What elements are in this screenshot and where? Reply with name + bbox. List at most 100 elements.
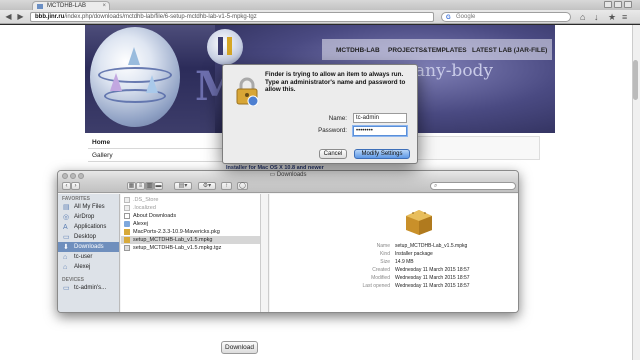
action-gear-icon[interactable]: ⚙▾ [198, 182, 216, 190]
files-icon: ▤ [63, 204, 70, 211]
logo-mark-icon [218, 37, 232, 55]
file-icon [124, 197, 130, 203]
applications-icon: A [63, 224, 68, 231]
side-menu-home[interactable]: Home [88, 136, 223, 149]
file-name: .DS_Store [133, 197, 159, 203]
meta-value: Installer package [395, 251, 433, 257]
file-item-selected[interactable]: setup_MCTDHB-Lab_v1.5.mpkg [121, 236, 260, 244]
file-name: Alexej [133, 221, 148, 227]
browser-toolbar: ◀ ▶ bbb.jinr.ru/index.php/downloads/mctd… [0, 10, 640, 24]
forward-arrow-icon[interactable]: ▶ [16, 12, 25, 21]
icon-view-icon[interactable]: ▦ [127, 182, 136, 190]
column-resize-handle[interactable] [261, 194, 269, 312]
sidebar-item-label: All My Files [74, 204, 105, 210]
file-item[interactable]: .localized [121, 204, 260, 212]
package-icon [124, 237, 130, 243]
finder-search-input[interactable]: ⌕ [430, 182, 516, 190]
sidebar-item-all-my-files[interactable]: ▤ All My Files [58, 202, 119, 212]
sidebar-item-label: Downloads [74, 244, 104, 250]
file-item[interactable]: setup_MCTDHB-Lab_v1.5.mpkg.tgz [121, 244, 260, 252]
side-menu-gallery[interactable]: Gallery [88, 149, 223, 162]
google-icon: G [446, 15, 451, 21]
finder-window: ▭ Downloads ‹ › ▦ ≡ ▥ ▬ ▤▾ ⚙▾ ↑ ◯ ⌕ FAVO… [57, 170, 519, 313]
name-field[interactable]: tc-admin [353, 113, 407, 123]
file-name: MacPorts-2.3.3-10.9-Mavericks.pkg [133, 229, 220, 235]
document-icon [124, 213, 130, 219]
password-field[interactable]: •••••••• [353, 126, 407, 136]
minimize-window-icon[interactable] [604, 1, 612, 8]
url-path: /index.php/downloads/mctdhb-lab/file/6-s… [64, 14, 257, 20]
coverflow-view-icon[interactable]: ▬ [154, 182, 163, 190]
sidebar-item-label: Alexej [74, 264, 91, 270]
downloads-icon[interactable]: ↓ [594, 12, 599, 22]
lock-icon [236, 77, 259, 106]
finder-titlebar[interactable]: ▭ Downloads [58, 171, 518, 180]
download-button[interactable]: Download [221, 341, 258, 354]
share-icon[interactable]: ↑ [221, 182, 232, 190]
cancel-button[interactable]: Cancel [319, 149, 347, 159]
downloads-icon: ⬇ [63, 244, 69, 251]
file-column: .DS_Store .localized About Downloads Ale… [121, 194, 261, 312]
close-tab-icon[interactable]: × [102, 2, 106, 10]
bookmark-icon[interactable]: ★ [608, 12, 616, 23]
file-name: .localized [133, 205, 156, 211]
close-window-icon[interactable] [624, 1, 632, 8]
site-nav: MCTDHB-LAB PROJECTS&TEMPLATES LATEST LAB… [320, 45, 550, 59]
column-view-icon[interactable]: ▥ [145, 182, 154, 190]
modify-settings-button[interactable]: Modify Settings [354, 149, 410, 159]
page-scrollbar-thumb[interactable] [633, 60, 638, 100]
sidebar-item-tc-user[interactable]: ⌂ tc-user [58, 252, 119, 262]
nav-item-projects[interactable]: PROJECTS&TEMPLATES [388, 47, 467, 54]
sidebar-item-label: Desktop [74, 234, 97, 240]
file-item[interactable]: Alexej [121, 220, 260, 228]
file-icon [124, 205, 130, 211]
sidebar-item-device[interactable]: ▭ tc-admin's... [58, 283, 119, 293]
devices-header: DEVICES [62, 277, 84, 283]
minimize-window-icon[interactable] [70, 173, 76, 179]
meta-label: Kind [379, 251, 390, 257]
search-icon: ⌕ [434, 183, 438, 189]
home-icon: ⌂ [63, 264, 68, 271]
nav-item-latest-lab[interactable]: LATEST LAB (JAR-FILE) [472, 47, 547, 54]
sidebar-item-alexej[interactable]: ⌂ Alexej [58, 262, 119, 272]
browser-tab[interactable]: MCTDHB-LAB × [32, 1, 110, 10]
zoom-window-icon[interactable] [78, 173, 84, 179]
file-item[interactable]: .DS_Store [121, 196, 260, 204]
banner-subtitle: any-body [415, 61, 494, 81]
nav-item-mctdhb-lab[interactable]: MCTDHB-LAB [336, 47, 380, 54]
finder-sidebar: FAVORITES ▤ All My Files ◎ AirDrop A Applic… [58, 194, 120, 312]
file-name: setup_MCTDHB-Lab_v1.5.mpkg.tgz [133, 245, 222, 251]
password-label: Password: [318, 127, 347, 134]
back-icon[interactable]: ‹ [62, 182, 71, 190]
favicon-icon [37, 4, 43, 9]
close-window-icon[interactable] [62, 173, 68, 179]
file-item[interactable]: MacPorts-2.3.3-10.9-Mavericks.pkg [121, 228, 260, 236]
sidebar-item-downloads[interactable]: ⬇ Downloads [58, 242, 119, 252]
meta-label: Last opened [362, 283, 390, 289]
back-arrow-icon[interactable]: ◀ [4, 12, 13, 21]
maximize-window-icon[interactable] [614, 1, 622, 8]
arrange-icon[interactable]: ▤▾ [174, 182, 192, 190]
tag-icon[interactable]: ◯ [237, 182, 248, 190]
address-bar[interactable]: bbb.jinr.ru/index.php/downloads/mctdhb-l… [30, 12, 434, 22]
sphere-image [90, 27, 180, 127]
folder-icon: ▭ [269, 172, 277, 178]
computer-icon: ▭ [63, 285, 70, 292]
sidebar-item-label: Applications [74, 224, 107, 230]
package-icon [406, 210, 432, 235]
sidebar-item-label: AirDrop [74, 214, 95, 220]
meta-label: Modified [371, 275, 390, 281]
sidebar-item-applications[interactable]: A Applications [58, 222, 119, 232]
menu-icon[interactable]: ≡ [622, 12, 627, 22]
list-view-icon[interactable]: ≡ [136, 182, 145, 190]
sidebar-item-desktop[interactable]: ▭ Desktop [58, 232, 119, 242]
desktop-icon: ▭ [63, 234, 70, 241]
home-icon[interactable]: ⌂ [580, 12, 585, 22]
forward-icon[interactable]: › [71, 182, 80, 190]
finder-toolbar: ‹ › ▦ ≡ ▥ ▬ ▤▾ ⚙▾ ↑ ◯ ⌕ [58, 180, 518, 193]
sidebar-item-airdrop[interactable]: ◎ AirDrop [58, 212, 119, 222]
browser-tab-bar: MCTDHB-LAB × [0, 0, 640, 10]
file-item[interactable]: About Downloads [121, 212, 260, 220]
search-engine-label: Google [456, 14, 476, 20]
search-input[interactable]: G Google [441, 12, 571, 22]
